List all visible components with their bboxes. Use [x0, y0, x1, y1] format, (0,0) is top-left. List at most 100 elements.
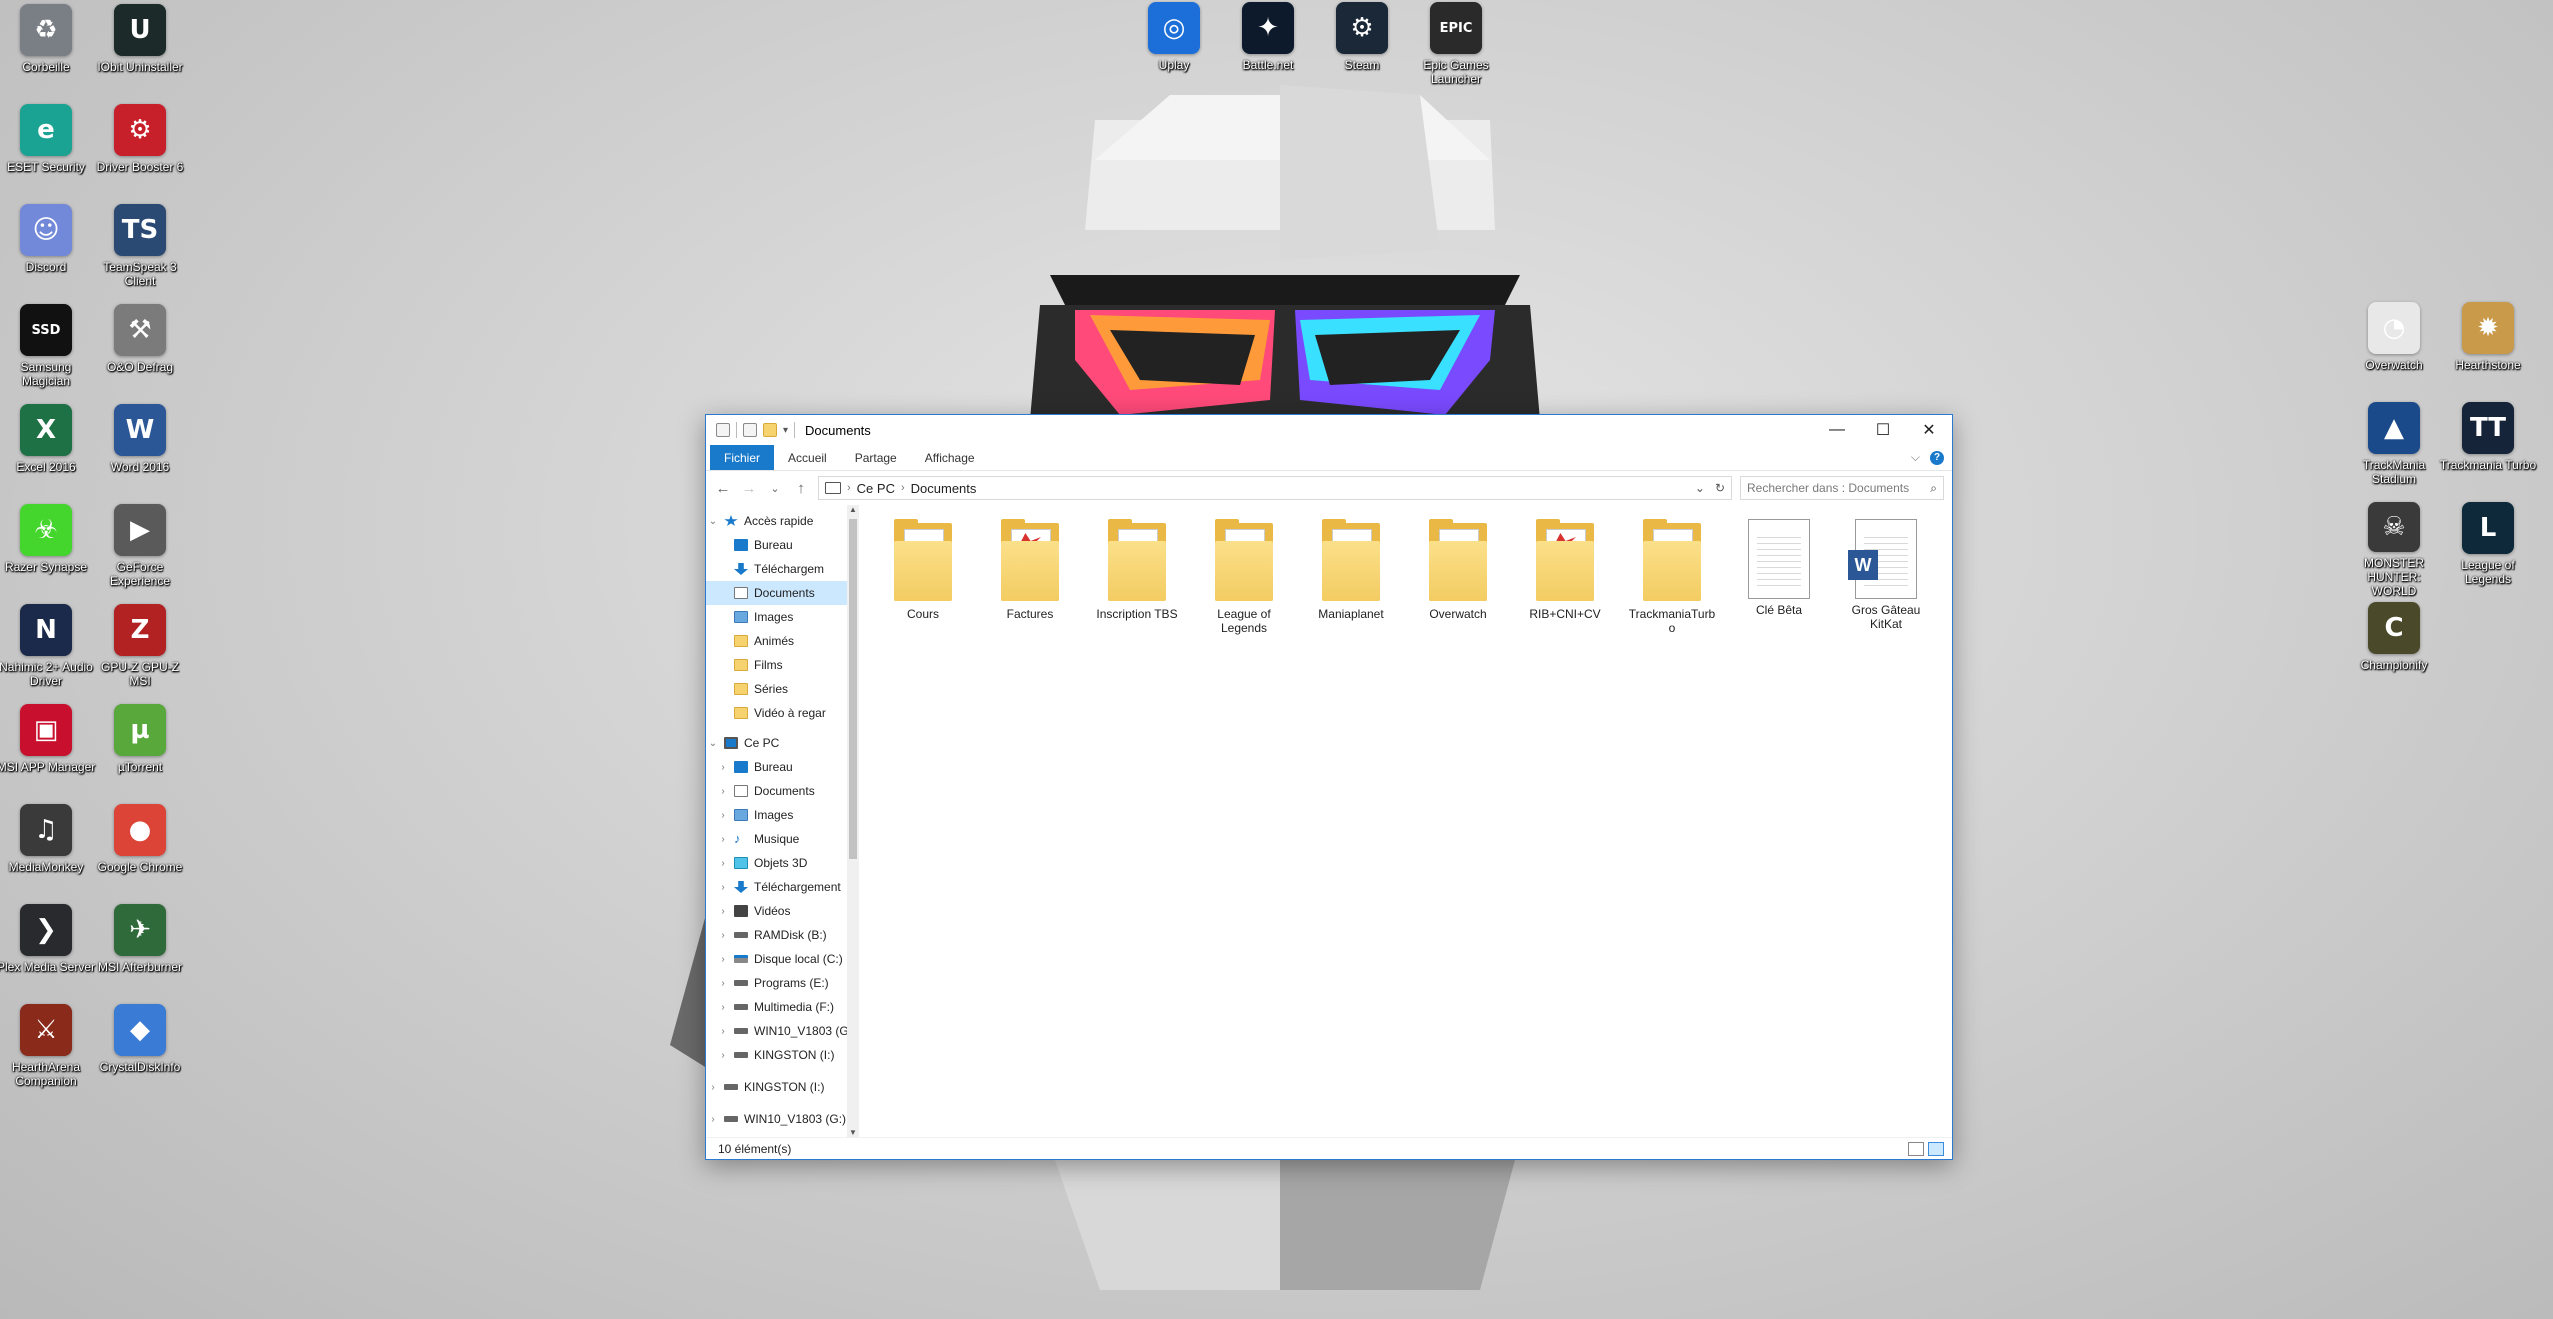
- maximize-button[interactable]: ☐: [1860, 415, 1906, 445]
- chevron-right-icon[interactable]: ›: [716, 762, 730, 773]
- desktop-shortcut[interactable]: ▣ MSI APP Manager: [0, 704, 95, 800]
- search-input[interactable]: Rechercher dans : Documents ⌕: [1740, 476, 1944, 500]
- nav-drive[interactable]: › WIN10_V1803 (G:): [706, 1107, 859, 1131]
- folder-item[interactable]: Overwatch: [1412, 517, 1504, 621]
- folder-item[interactable]: Cours: [877, 517, 969, 621]
- desktop-shortcut[interactable]: ⚒ O&O Defrag: [94, 304, 186, 400]
- file-item[interactable]: Clé Bêta: [1733, 517, 1825, 617]
- nav-quick-item[interactable]: Bureau✶: [706, 533, 859, 557]
- back-icon[interactable]: ←: [714, 480, 732, 497]
- file-list[interactable]: Cours Factures Inscription TBS League of Le…: [859, 505, 1952, 1137]
- up-icon[interactable]: ↑: [792, 480, 810, 497]
- properties-icon[interactable]: [716, 423, 730, 437]
- nav-this-pc[interactable]: ⌄ Ce PC: [706, 731, 859, 755]
- breadcrumb-documents[interactable]: Documents: [911, 481, 977, 496]
- checkmark-icon[interactable]: [743, 423, 757, 437]
- desktop-shortcut[interactable]: C Championify: [2348, 602, 2440, 698]
- large-icons-view-icon[interactable]: [1928, 1141, 1944, 1156]
- desktop-shortcut[interactable]: EPIC Epic Games Launcher: [1410, 2, 1502, 98]
- nav-pc-item[interactable]: › Objets 3D: [706, 851, 859, 875]
- nav-quick-access[interactable]: ⌄ Accès rapide: [706, 509, 859, 533]
- desktop-shortcut[interactable]: W Word 2016: [94, 404, 186, 500]
- desktop-shortcut[interactable]: ☠ MONSTER HUNTER: WORLD: [2348, 502, 2440, 598]
- desktop-shortcut[interactable]: Z GPU-Z GPU-Z MSI: [94, 604, 186, 700]
- nav-pc-item[interactable]: › RAMDisk (B:): [706, 923, 859, 947]
- desktop-shortcut[interactable]: e ESET Security: [0, 104, 92, 200]
- desktop-shortcut[interactable]: ▲ TrackMania Stadium: [2348, 402, 2440, 498]
- scrollbar-thumb[interactable]: [849, 519, 857, 859]
- nav-pc-item[interactable]: › Documents: [706, 779, 859, 803]
- nav-drive[interactable]: › KINGSTON (I:): [706, 1075, 859, 1099]
- desktop-shortcut[interactable]: ▶ GeForce Experience: [94, 504, 186, 600]
- nav-pc-item[interactable]: › Bureau: [706, 755, 859, 779]
- desktop-shortcut[interactable]: SSD Samsung Magician: [0, 304, 92, 400]
- desktop-shortcut[interactable]: TT Trackmania Turbo: [2440, 402, 2536, 498]
- new-folder-icon[interactable]: [763, 423, 777, 437]
- breadcrumb-ce-pc[interactable]: Ce PC: [857, 481, 895, 496]
- desktop-shortcut[interactable]: L League of Legends: [2442, 502, 2534, 598]
- title-bar[interactable]: ▾ Documents — ☐ ✕: [706, 415, 1952, 445]
- recent-locations-icon[interactable]: ⌄: [766, 482, 784, 495]
- details-view-icon[interactable]: [1908, 1141, 1924, 1156]
- chevron-right-icon[interactable]: ›: [716, 1050, 730, 1061]
- desktop-shortcut[interactable]: ✦ Battle.net: [1222, 2, 1314, 98]
- address-dropdown-icon[interactable]: ⌄: [1695, 481, 1705, 495]
- desktop-shortcut[interactable]: ◔ Overwatch: [2348, 302, 2440, 398]
- folder-item[interactable]: League of Legends: [1198, 517, 1290, 635]
- chevron-down-icon[interactable]: ⌄: [706, 516, 720, 527]
- chevron-right-icon[interactable]: ›: [716, 954, 730, 965]
- desktop-shortcut[interactable]: ⚙ Steam: [1316, 2, 1408, 98]
- chevron-right-icon[interactable]: ›: [716, 978, 730, 989]
- desktop-shortcut[interactable]: ☣ Razer Synapse: [0, 504, 92, 600]
- search-icon[interactable]: ⌕: [1930, 481, 1937, 496]
- chevron-right-icon[interactable]: ›: [716, 1026, 730, 1037]
- desktop-shortcut[interactable]: N Nahimic 2+ Audio Driver: [0, 604, 93, 700]
- nav-pc-item[interactable]: › Disque local (C:): [706, 947, 859, 971]
- chevron-down-icon[interactable]: ⌄: [706, 738, 720, 749]
- forward-icon[interactable]: →: [740, 480, 758, 497]
- desktop-shortcut[interactable]: ◆ CrystalDiskInfo: [94, 1004, 186, 1100]
- desktop-shortcut[interactable]: ⚔ HearthArena Companion: [0, 1004, 92, 1100]
- desktop-shortcut[interactable]: ♻ Corbeille: [0, 4, 92, 100]
- tab-fichier[interactable]: Fichier: [710, 445, 775, 470]
- nav-quick-item[interactable]: Animés✶: [706, 629, 859, 653]
- nav-pc-item[interactable]: › WIN10_V1803 (G: [706, 1019, 859, 1043]
- scroll-down-icon[interactable]: ▼: [847, 1128, 859, 1137]
- desktop-shortcut[interactable]: ✈ MSI Afterburner: [94, 904, 186, 1000]
- customize-toolbar-icon[interactable]: ▾: [783, 425, 788, 436]
- tab-partage[interactable]: Partage: [841, 445, 911, 470]
- desktop-shortcut[interactable]: ✹ Hearthstone: [2442, 302, 2534, 398]
- file-item[interactable]: W Gros Gâteau KitKat: [1840, 517, 1932, 631]
- desktop-shortcut[interactable]: ● Google Chrome: [94, 804, 186, 900]
- nav-pc-item[interactable]: › Multimedia (F:): [706, 995, 859, 1019]
- chevron-right-icon[interactable]: ›: [706, 1114, 720, 1125]
- chevron-right-icon[interactable]: ›: [716, 786, 730, 797]
- folder-item[interactable]: RIB+CNI+CV: [1519, 517, 1611, 621]
- file-explorer-window[interactable]: ▾ Documents — ☐ ✕ Fichier Accueil Partag…: [705, 414, 1953, 1160]
- folder-item[interactable]: TrackmaniaTurbo: [1626, 517, 1718, 635]
- chevron-right-icon[interactable]: ›: [716, 834, 730, 845]
- desktop-shortcut[interactable]: U IObit Uninstaller: [94, 4, 186, 100]
- desktop-shortcut[interactable]: ◎ Uplay: [1128, 2, 1220, 98]
- desktop-shortcut[interactable]: ❯ Plex Media Server: [0, 904, 95, 1000]
- nav-quick-item[interactable]: Images✶: [706, 605, 859, 629]
- chevron-right-icon[interactable]: ›: [716, 1002, 730, 1013]
- nav-quick-item[interactable]: Films✶: [706, 653, 859, 677]
- chevron-right-icon[interactable]: ›: [716, 930, 730, 941]
- expand-ribbon-icon[interactable]: ⌵: [1911, 450, 1920, 465]
- chevron-right-icon[interactable]: ›: [716, 906, 730, 917]
- minimize-button[interactable]: —: [1814, 415, 1860, 445]
- help-icon[interactable]: ?: [1930, 450, 1944, 465]
- folder-item[interactable]: Maniaplanet: [1305, 517, 1397, 621]
- scroll-up-icon[interactable]: ▲: [847, 505, 859, 514]
- nav-pc-item[interactable]: › Vidéos: [706, 899, 859, 923]
- nav-quick-item[interactable]: Vidéo à regar✶: [706, 701, 859, 725]
- nav-pc-item[interactable]: › ♪ Musique: [706, 827, 859, 851]
- tab-affichage[interactable]: Affichage: [911, 445, 989, 470]
- address-bar[interactable]: › Ce PC › Documents ⌄ ↻: [818, 476, 1732, 500]
- chevron-right-icon[interactable]: ›: [706, 1082, 720, 1093]
- desktop-shortcut[interactable]: ⚙ Driver Booster 6: [94, 104, 186, 200]
- chevron-right-icon[interactable]: ›: [716, 882, 730, 893]
- nav-quick-item[interactable]: Documents✶: [706, 581, 859, 605]
- chevron-right-icon[interactable]: ›: [716, 810, 730, 821]
